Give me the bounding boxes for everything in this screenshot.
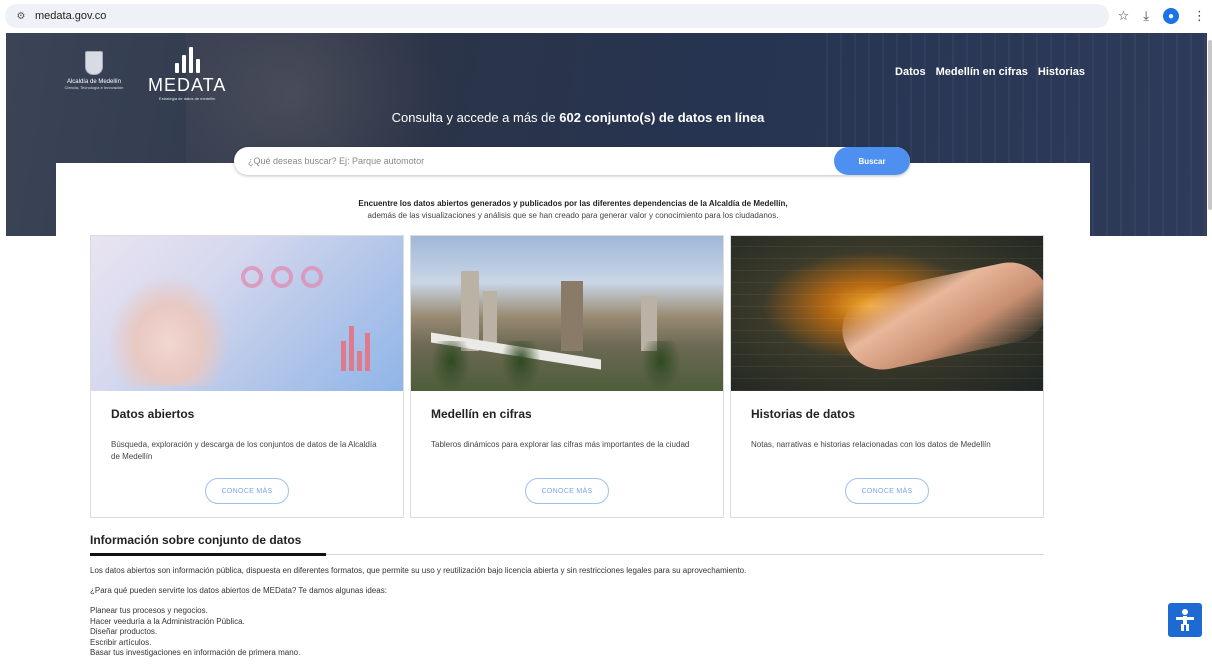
intro-line-2: además de las visualizaciones y análisis… — [367, 211, 779, 220]
intro-line-1: Encuentre los datos abiertos generados y… — [358, 199, 788, 208]
tune-icon[interactable]: ⚙ — [13, 8, 29, 24]
headline-prefix: Consulta y accede a más de — [391, 110, 560, 125]
address-bar[interactable]: ⚙ medata.gov.co — [5, 4, 1109, 28]
browser-toolbar: ⚙ medata.gov.co ☆ ⤓ ● ⋮ — [0, 0, 1212, 33]
card-description: Tableros dinámicos para explorar las cif… — [431, 440, 690, 449]
headline-count: 602 conjunto(s) de datos en línea — [559, 110, 765, 125]
list-item: Hacer veeduría a la Administración Públi… — [90, 616, 245, 626]
conoce-mas-button[interactable]: CONOCE MÁS — [525, 478, 609, 504]
medata-logo[interactable]: MEDATA Estrategia de datos de medellín — [148, 47, 226, 101]
card-description: Búsqueda, exploración y descarga de los … — [111, 440, 377, 461]
url-text[interactable]: medata.gov.co — [35, 10, 106, 22]
card-image-datos-abiertos — [91, 236, 403, 391]
page-scrollbar[interactable] — [1208, 40, 1212, 210]
card-datos-abiertos[interactable]: Datos abiertos Búsqueda, exploración y d… — [90, 235, 404, 518]
nav-historias[interactable]: Historias — [1038, 66, 1085, 78]
info-paragraph-1: Los datos abiertos son información públi… — [90, 566, 747, 575]
star-icon[interactable]: ☆ — [1118, 8, 1130, 24]
accessibility-icon — [1176, 609, 1194, 631]
browser-actions: ☆ ⤓ ● ⋮ — [1118, 8, 1206, 24]
card-historias-de-datos[interactable]: Historias de datos Notas, narrativas e h… — [730, 235, 1044, 518]
brand-subtitle: Estrategia de datos de medellín — [159, 96, 216, 101]
top-nav: Datos Medellín en cifras Historias — [895, 66, 1085, 78]
card-title: Medellín en cifras — [431, 407, 532, 421]
card-image-historias-de-datos — [731, 236, 1043, 391]
ideas-list: Planear tus procesos y negocios. Hacer v… — [90, 606, 300, 659]
list-item: Escribir artículos. — [90, 637, 152, 647]
conoce-mas-button[interactable]: CONOCE MÁS — [205, 478, 289, 504]
search-button[interactable]: Buscar — [834, 147, 910, 175]
conoce-mas-button[interactable]: CONOCE MÁS — [845, 478, 929, 504]
hero-headline: Consulta y accede a más de 602 conjunto(… — [6, 110, 1150, 125]
shield-icon — [85, 51, 103, 75]
info-section-title: Información sobre conjunto de datos — [90, 533, 302, 547]
search-bar: Buscar — [234, 147, 910, 175]
card-title: Datos abiertos — [111, 407, 195, 421]
nav-medellin-en-cifras[interactable]: Medellín en cifras — [936, 66, 1028, 78]
alcaldia-subtitle: Ciencia, Tecnología e Innovación — [64, 85, 124, 90]
accessibility-button[interactable] — [1168, 603, 1202, 637]
medata-bars-icon — [174, 47, 200, 73]
search-input[interactable] — [234, 147, 824, 175]
intro-panel: Encuentre los datos abiertos generados y… — [56, 163, 1090, 243]
kebab-menu-icon[interactable]: ⋮ — [1193, 8, 1206, 24]
list-item: Basar tus investigaciones en información… — [90, 648, 301, 657]
card-image-medellin-en-cifras — [411, 236, 723, 391]
card-title: Historias de datos — [751, 407, 856, 421]
profile-icon[interactable]: ● — [1163, 8, 1179, 24]
brand-name: MEDATA — [148, 75, 227, 95]
card-medellin-en-cifras[interactable]: Medellín en cifras Tableros dinámicos pa… — [410, 235, 724, 518]
card-description: Notas, narrativas e historias relacionad… — [751, 440, 991, 449]
nav-datos[interactable]: Datos — [895, 66, 926, 78]
section-divider-accent — [90, 553, 326, 556]
list-item: Diseñar productos. — [90, 627, 158, 636]
download-icon[interactable]: ⤓ — [1143, 8, 1149, 24]
info-paragraph-2: ¿Para qué pueden servirte los datos abie… — [90, 586, 387, 595]
alcaldia-logo[interactable]: Alcaldía de Medellín Ciencia, Tecnología… — [54, 51, 134, 90]
list-item: Planear tus procesos y negocios. — [90, 606, 208, 615]
